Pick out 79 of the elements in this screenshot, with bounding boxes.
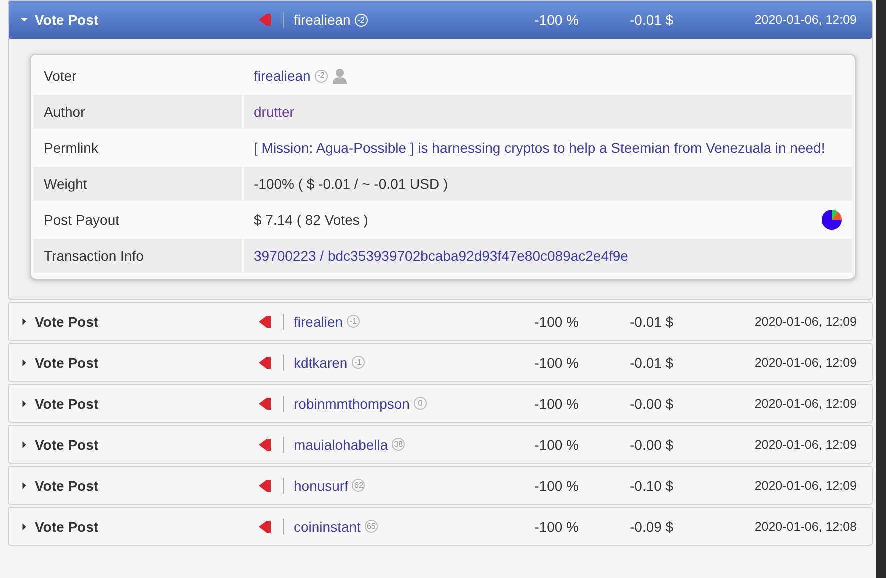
person-icon[interactable] — [332, 68, 348, 84]
vote-value: -0.09 $ — [630, 518, 675, 534]
scrollbar[interactable] — [876, 0, 886, 578]
event-title: Vote Post — [35, 354, 100, 370]
reputation-badge: 65 — [364, 520, 378, 533]
vote-time: 2020-01-06, 12:09 — [754, 356, 857, 370]
voter-link[interactable]: robinmmthompson — [294, 396, 410, 412]
vote-time: 2020-01-06, 12:09 — [754, 396, 857, 410]
vote-value: -0.01 $ — [630, 314, 675, 330]
event-title: Vote Post — [35, 396, 100, 412]
voter-link[interactable]: kdtkaren — [294, 354, 348, 370]
vote-percent: -100 % — [534, 396, 579, 412]
caret-icon — [21, 16, 28, 24]
event-title: Vote Post — [35, 518, 100, 534]
vote-percent: -100 % — [534, 354, 579, 370]
detail-value: -100% ( $ -0.01 / ~ -0.01 USD ) — [254, 175, 448, 194]
vote-time: 2020-01-06, 12:09 — [754, 13, 857, 27]
voter-link[interactable]: honusurf — [294, 478, 348, 494]
detail-label: Voter — [44, 67, 77, 86]
event-title: Vote Post — [35, 478, 100, 494]
detail-label: Permlink — [44, 139, 98, 158]
downvote-flag-icon — [259, 438, 271, 452]
caret-icon — [21, 318, 28, 326]
voter-link[interactable]: coininstant — [294, 518, 361, 534]
event-header[interactable]: Vote Post coininstant 65 -100 % -0.09 $ 2020-01-06, 12:08 — [9, 508, 872, 545]
reputation-badge: 38 — [392, 438, 406, 451]
voter-link[interactable]: firealiean — [294, 12, 351, 28]
downvote-flag-icon — [259, 478, 271, 492]
vote-percent: -100 % — [534, 12, 579, 28]
detail-link[interactable]: 39700223 / bdc353939702bcaba92d93f47e80c089ac2e4f9e — [254, 246, 628, 266]
event-header[interactable]: Vote Post mauialohabella 38 -100 % -0.00 $ 2020-01-06, 12:09 — [9, 426, 872, 463]
detail-label: Weight — [44, 175, 88, 194]
vote-percent: -100 % — [534, 518, 579, 534]
caret-icon — [21, 400, 28, 408]
reputation-badge: 0 — [414, 397, 427, 410]
vote-value: -0.00 $ — [630, 436, 675, 452]
event-header[interactable]: Vote Post kdtkaren -1 -100 % -0.01 $ 2020-01-06, 12:09 — [9, 344, 872, 381]
vote-percent: -100 % — [534, 436, 579, 452]
vote-percent: -100 % — [534, 478, 579, 494]
vote-value: -0.01 $ — [630, 12, 675, 28]
reputation-badge: -2 — [314, 70, 328, 82]
event-header[interactable]: Vote Post firealiean -2 -100 % -0.01 $ 2020-01-06, 12:09 — [9, 1, 872, 39]
detail-label: Transaction Info — [44, 247, 144, 266]
caret-icon — [21, 522, 28, 530]
caret-icon — [21, 440, 28, 448]
vote-time: 2020-01-06, 12:09 — [754, 438, 857, 452]
downvote-flag-icon — [259, 13, 271, 27]
event-title: Vote Post — [35, 314, 100, 330]
vote-value: -0.01 $ — [630, 354, 675, 370]
voter-link[interactable]: mauialohabella — [294, 436, 388, 452]
vote-value: -0.00 $ — [630, 396, 675, 412]
caret-icon — [21, 482, 28, 490]
vote-time: 2020-01-06, 12:08 — [754, 520, 857, 534]
downvote-flag-icon — [259, 356, 271, 370]
downvote-flag-icon — [259, 314, 271, 328]
vote-time: 2020-01-06, 12:09 — [754, 314, 857, 328]
event-header[interactable]: Vote Post honusurf 62 -100 % -0.10 $ 2020-01-06, 12:09 — [9, 467, 872, 504]
detail-value: $ 7.14 ( 82 Votes ) — [254, 211, 368, 230]
reputation-badge: -1 — [352, 356, 365, 369]
detail-link[interactable]: [ Mission: Agua-Possible ] is harnessing cryptos to help a Steemian from Venezuala in need! — [254, 138, 826, 158]
detail-label: Author — [44, 103, 86, 122]
vote-value: -0.10 $ — [630, 478, 675, 494]
vote-percent: -100 % — [534, 314, 579, 330]
reputation-badge: -1 — [347, 315, 360, 328]
pie-chart-icon — [822, 210, 842, 230]
voter-link[interactable]: firealiean — [254, 66, 311, 86]
reputation-badge: -2 — [354, 14, 368, 26]
author-link[interactable]: drutter — [254, 102, 294, 122]
caret-icon — [21, 358, 28, 366]
event-header[interactable]: Vote Post robinmmthompson 0 -100 % -0.00 $ 2020-01-06, 12:09 — [9, 385, 872, 422]
reputation-badge: 62 — [352, 479, 366, 492]
voter-link[interactable]: firealien — [294, 314, 344, 330]
event-title: Vote Post — [35, 12, 100, 28]
detail-label: Post Payout — [44, 211, 120, 230]
vote-time: 2020-01-06, 12:09 — [754, 478, 857, 492]
downvote-flag-icon — [259, 396, 271, 410]
event-title: Vote Post — [35, 436, 100, 452]
downvote-flag-icon — [259, 520, 271, 534]
event-header[interactable]: Vote Post firealien -1 -100 % -0.01 $ 2020-01-06, 12:09 — [9, 303, 872, 340]
